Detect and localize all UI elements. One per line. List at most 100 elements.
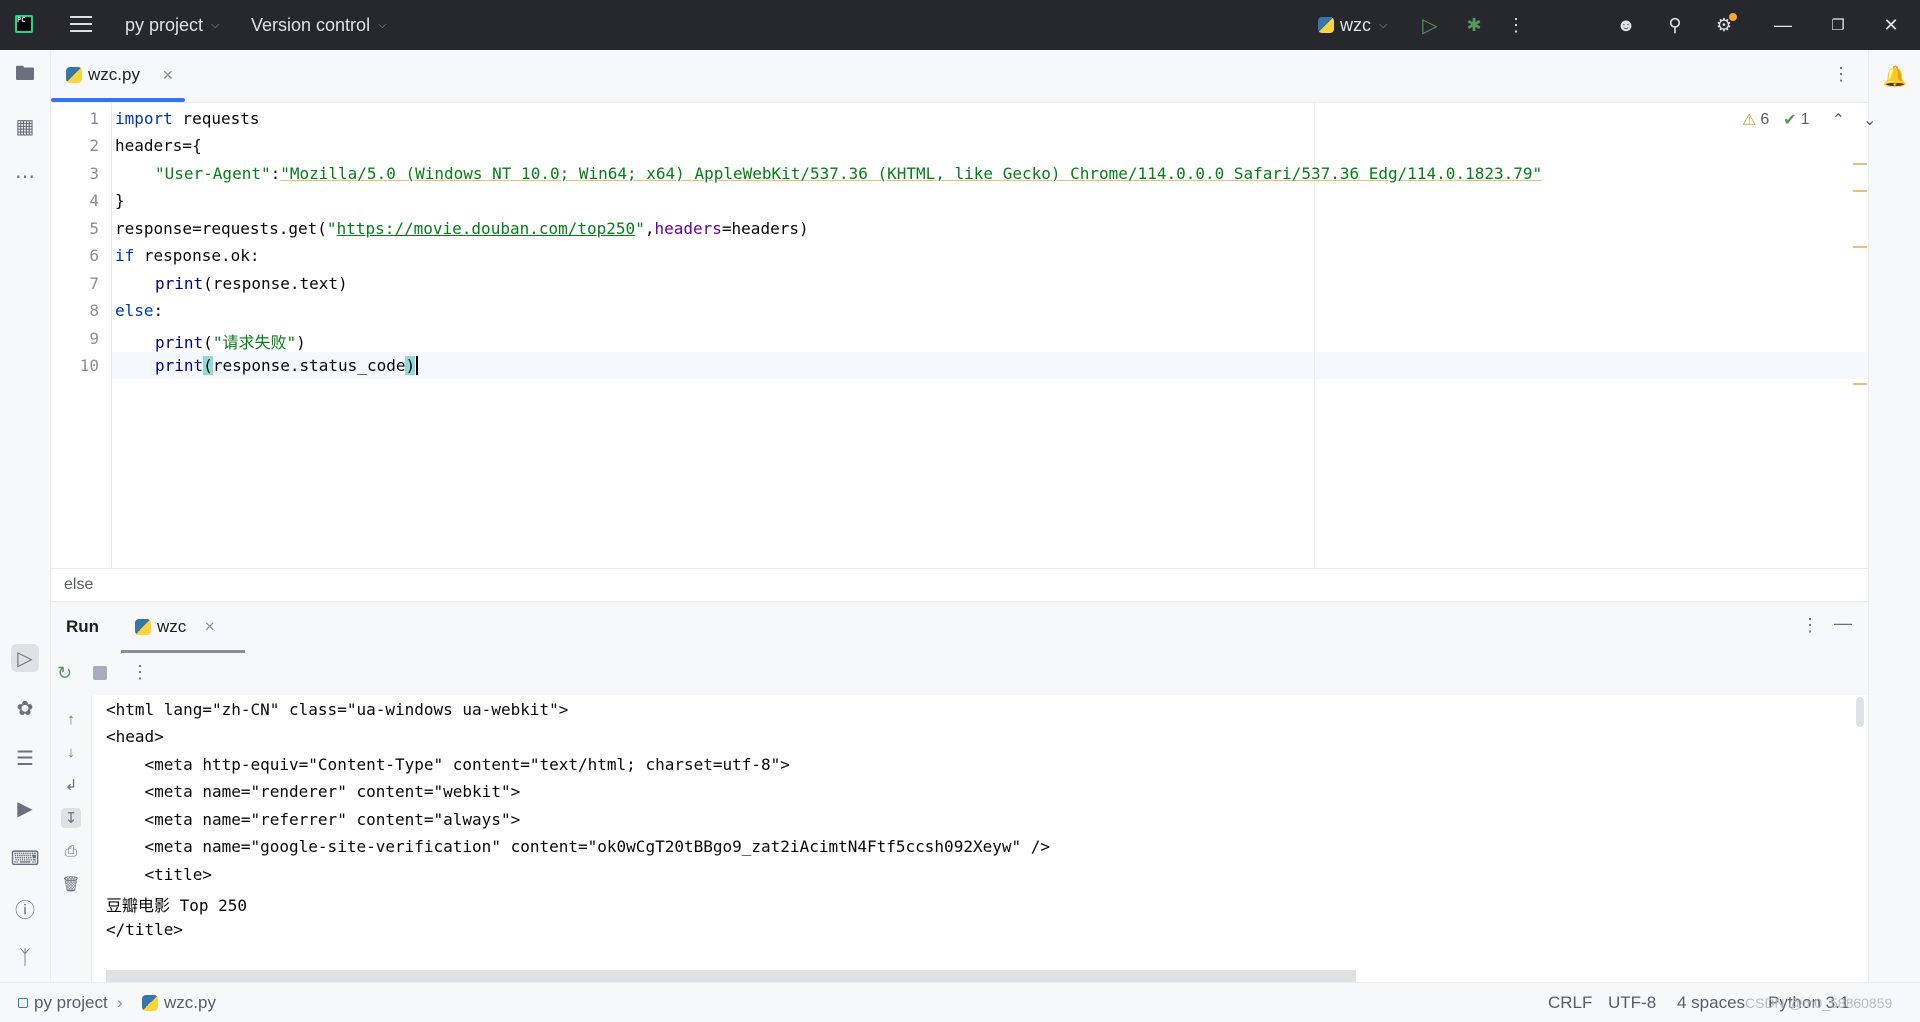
left-tool-strip: 🖿 ▦ ⋯ ▷ ✿ ☰ ▶ ⌨ ⓘ ᛉ: [0, 50, 51, 982]
breadcrumb-item[interactable]: else: [64, 576, 93, 594]
warning-stripe[interactable]: [1853, 383, 1867, 385]
code-line-6: if response.ok:: [115, 246, 260, 265]
status-file[interactable]: wzc.py: [142, 983, 216, 1022]
indent-setting[interactable]: 4 spaces: [1677, 983, 1745, 1022]
output-line: <meta name="google-site-verification" co…: [106, 837, 1051, 856]
right-tool-strip: 🔔: [1868, 50, 1920, 982]
code-line-10: print(response.status_code): [155, 356, 419, 375]
run-icon[interactable]: ▷: [1405, 0, 1455, 50]
tab-options-icon[interactable]: ⋮: [1832, 64, 1850, 85]
code-line-7: print(response.text): [155, 274, 348, 293]
status-bar: py project › wzc.py CRLF UTF-8 4 spaces …: [0, 982, 1920, 1022]
line-number: 3: [89, 164, 99, 183]
tab-wzc-py[interactable]: wzc.py ✕: [66, 50, 174, 100]
line-number: 4: [89, 191, 99, 210]
title-bar: PC py project ⌵ Version control ⌵ wzc ⌵ …: [0, 0, 1920, 50]
layers-icon[interactable]: ☰: [11, 744, 39, 772]
inspection-widget[interactable]: ⚠ 6 ✔ 1 ⌃ ⌄: [1742, 110, 1876, 130]
console-output[interactable]: <html lang="zh-CN" class="ua-windows ua-…: [92, 695, 1868, 982]
notifications-icon[interactable]: 🔔: [1881, 62, 1909, 90]
python-icon: [135, 619, 151, 635]
terminal-icon[interactable]: ⌨: [11, 844, 40, 872]
soft-wrap-icon[interactable]: ↲: [61, 775, 81, 795]
clear-all-icon[interactable]: 🗑: [61, 874, 81, 894]
run-panel-header: Run wzc ✕ ⋮ —: [51, 601, 1868, 654]
horizontal-scrollbar[interactable]: [106, 970, 1356, 982]
chevron-up-icon[interactable]: ⌃: [1832, 110, 1845, 130]
chevron-down-icon: ⌵: [378, 18, 387, 31]
code-line-1: import requests: [115, 109, 260, 128]
run-config-selector[interactable]: wzc ⌵: [1318, 0, 1387, 50]
warning-icon: ⚠: [1742, 112, 1757, 129]
main-menu-icon[interactable]: [70, 16, 92, 34]
pycharm-logo[interactable]: PC: [15, 15, 33, 33]
run-tool-icon[interactable]: ▷: [11, 644, 39, 672]
scroll-down-icon[interactable]: ↓: [61, 742, 81, 762]
line-number-gutter: 1 2 3 4 5 6 7 8 9 10: [51, 103, 112, 568]
scroll-up-icon[interactable]: ↑: [61, 709, 81, 729]
vcs-label: Version control: [251, 14, 371, 35]
run-config-name: wzc: [1340, 14, 1371, 35]
search-icon[interactable]: ⚲: [1650, 0, 1700, 50]
close-icon[interactable]: ✕: [1866, 0, 1916, 50]
stop-icon[interactable]: [93, 666, 107, 680]
print-icon[interactable]: ⎙: [61, 841, 81, 861]
structure-icon[interactable]: ▦: [11, 112, 39, 140]
line-separator[interactable]: CRLF: [1548, 983, 1592, 1022]
python-icon: [1318, 17, 1334, 33]
run-tab-wzc[interactable]: wzc ✕: [135, 602, 215, 652]
chevron-right-icon: ›: [117, 992, 123, 1012]
warning-stripe[interactable]: [1853, 163, 1867, 165]
line-number: 2: [89, 136, 99, 155]
line-number: 6: [89, 246, 99, 265]
git-icon[interactable]: ᛉ: [11, 944, 39, 972]
scroll-to-end-icon[interactable]: ↧: [61, 808, 81, 828]
warning-stripe[interactable]: [1853, 246, 1867, 248]
run-options-icon[interactable]: ⋮: [1801, 615, 1819, 636]
active-tab-indicator: [51, 98, 185, 102]
code-line-4: }: [115, 191, 125, 210]
tab-label: wzc.py: [88, 65, 140, 84]
line-number: 5: [89, 219, 99, 238]
vertical-scrollbar[interactable]: [1856, 697, 1864, 727]
more-actions-icon[interactable]: ⋮: [1491, 0, 1541, 50]
url-link: https://movie.douban.com/top250: [336, 219, 636, 238]
run-toolbar: ↻ ⋮: [51, 653, 1868, 696]
python-console-icon[interactable]: ✿: [11, 694, 39, 722]
project-folder-icon[interactable]: 🖿: [11, 62, 39, 90]
more-tools-icon[interactable]: ⋯: [11, 162, 39, 190]
run-tab-label: wzc: [157, 617, 187, 636]
update-badge: [1729, 13, 1737, 21]
rerun-icon[interactable]: ↻: [57, 663, 72, 684]
minimize-icon[interactable]: —: [1758, 0, 1808, 50]
project-name: py project: [125, 14, 204, 35]
output-line: <meta http-equiv="Content-Type" content=…: [106, 755, 790, 774]
status-project[interactable]: py project: [18, 983, 108, 1022]
more-options-icon[interactable]: ⋮: [131, 662, 149, 683]
output-line: <title>: [106, 865, 212, 884]
editor-breadcrumb: else: [51, 568, 1868, 601]
vcs-menu[interactable]: Version control ⌵: [251, 0, 386, 50]
code-line-3: "User-Agent":"Mozilla/5.0 (Windows NT 10…: [155, 164, 1543, 183]
python-file-icon: [142, 994, 158, 1011]
output-line: 豆瓣电影 Top 250: [106, 896, 248, 915]
module-icon: [18, 997, 28, 1008]
chevron-down-icon[interactable]: ⌄: [1863, 110, 1876, 130]
close-tab-icon[interactable]: ✕: [204, 619, 215, 635]
hide-panel-icon[interactable]: —: [1834, 613, 1852, 634]
add-user-icon[interactable]: ☻: [1601, 0, 1651, 50]
restore-icon[interactable]: ❐: [1813, 0, 1863, 50]
watermark-text: CSDN @m0_58860859: [1745, 994, 1893, 1011]
project-switcher[interactable]: py project ⌵: [125, 0, 219, 50]
problems-icon[interactable]: ⓘ: [11, 894, 39, 922]
close-tab-icon[interactable]: ✕: [162, 67, 174, 84]
file-encoding[interactable]: UTF-8: [1608, 983, 1656, 1022]
services-icon[interactable]: ▶: [11, 794, 39, 822]
code-line-9: print("请求失败"): [155, 333, 306, 352]
output-line: <meta name="renderer" content="webkit">: [106, 782, 521, 801]
warning-stripe[interactable]: [1853, 190, 1867, 192]
console-actions: ↑ ↓ ↲ ↧ ⎙ 🗑: [51, 695, 92, 982]
warning-count: 6: [1760, 111, 1770, 128]
settings-icon[interactable]: ⚙: [1699, 0, 1749, 50]
status-file-label: wzc.py: [164, 992, 216, 1012]
